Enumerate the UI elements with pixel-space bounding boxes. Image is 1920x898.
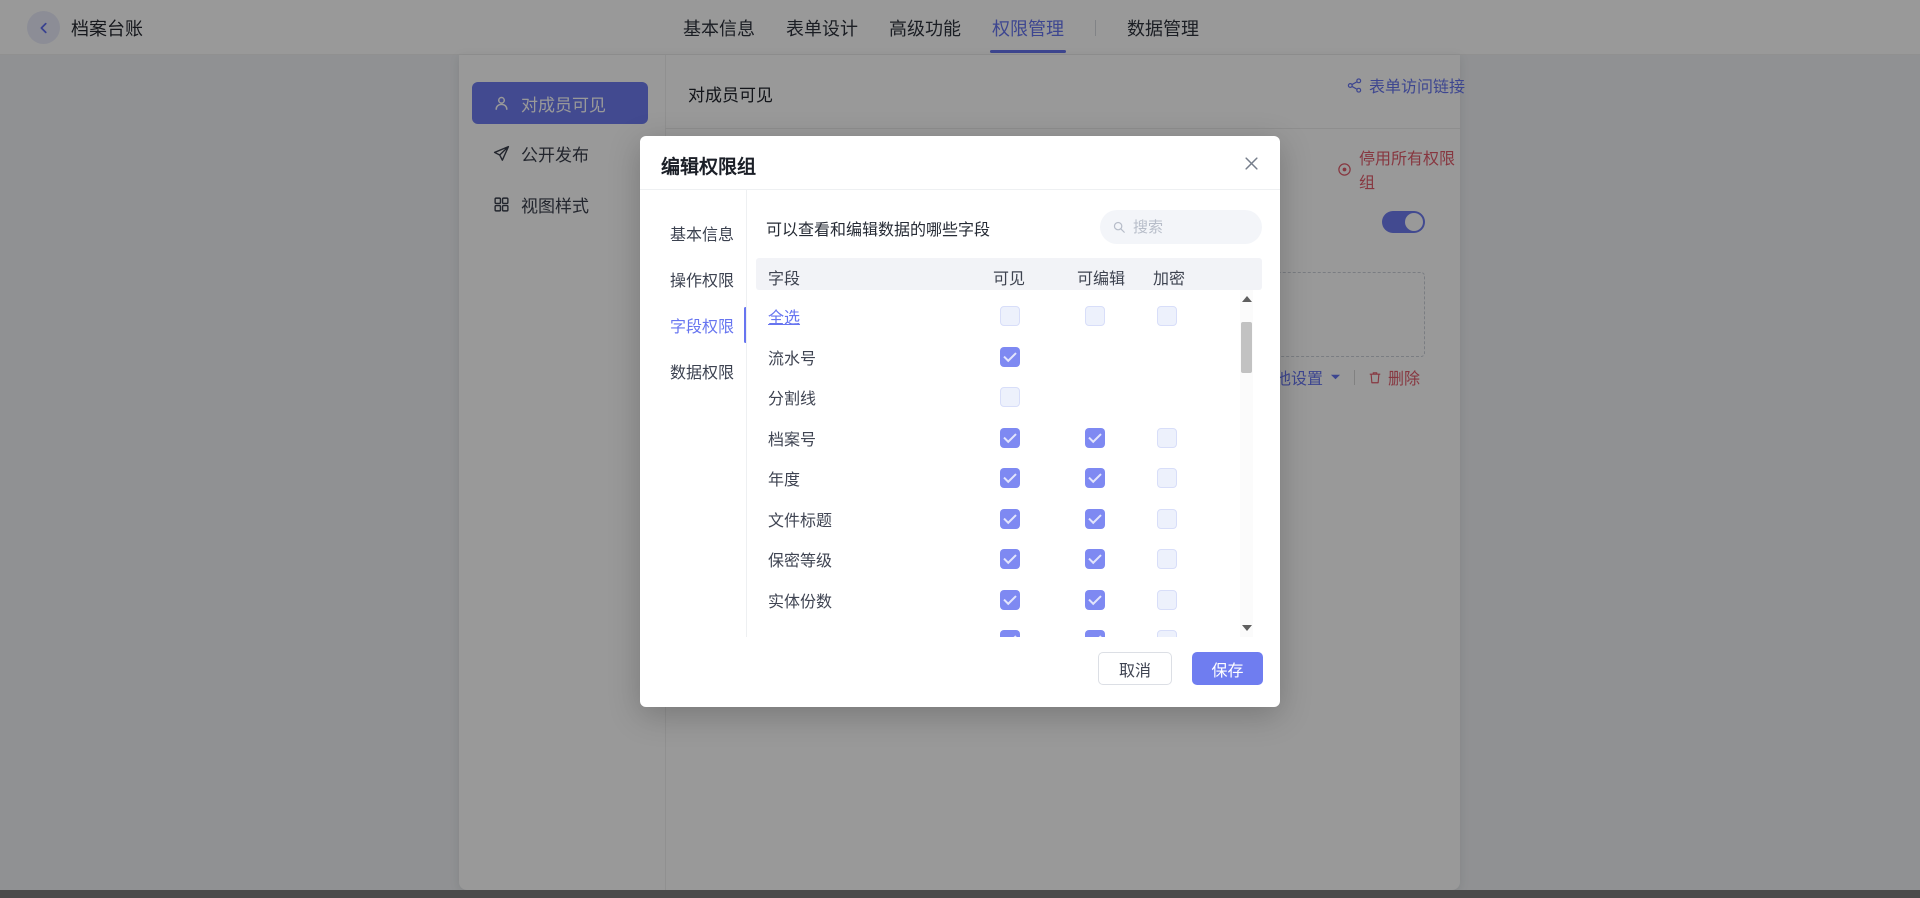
field-table-scroll-area: 全选 流水号 分割线 档案号 bbox=[756, 290, 1262, 637]
modal-tab-operation-permission[interactable]: 操作权限 bbox=[640, 256, 746, 302]
checkbox-visible[interactable] bbox=[1000, 428, 1020, 448]
checkbox-visible[interactable] bbox=[1000, 387, 1020, 407]
checkbox-editable[interactable] bbox=[1085, 428, 1105, 448]
table-row: 文件标题 bbox=[756, 499, 1262, 540]
table-row: 分割线 bbox=[756, 377, 1262, 418]
modal-tab-basic-info[interactable]: 基本信息 bbox=[640, 210, 746, 256]
checkbox-encrypted[interactable] bbox=[1157, 549, 1177, 569]
column-editable: 可编辑 bbox=[1077, 265, 1125, 289]
table-row: 档案号 bbox=[756, 418, 1262, 459]
select-all-link[interactable]: 全选 bbox=[768, 304, 800, 328]
table-row-select-all: 全选 bbox=[756, 296, 1262, 337]
modal-tab-label: 数据权限 bbox=[670, 359, 734, 383]
field-label: 分割线 bbox=[768, 385, 816, 409]
modal-tab-list: 基本信息 操作权限 字段权限 数据权限 bbox=[640, 190, 746, 394]
save-button[interactable]: 保存 bbox=[1192, 652, 1263, 685]
search-icon bbox=[1112, 220, 1126, 234]
modal-tab-field-permission[interactable]: 字段权限 bbox=[640, 302, 746, 348]
modal-title: 编辑权限组 bbox=[661, 152, 756, 179]
field-label: 档案号 bbox=[768, 426, 816, 450]
checkbox-editable[interactable] bbox=[1085, 468, 1105, 488]
checkbox-editable[interactable] bbox=[1085, 590, 1105, 610]
checkbox-encrypted[interactable] bbox=[1157, 468, 1177, 488]
checkbox-editable[interactable] bbox=[1085, 509, 1105, 529]
checkbox-visible[interactable] bbox=[1000, 347, 1020, 367]
screen: 档案台账 基本信息 表单设计 高级功能 权限管理 数据管理 对成员可见 公开发布 bbox=[0, 0, 1920, 898]
modal-tab-data-permission[interactable]: 数据权限 bbox=[640, 348, 746, 394]
table-row: 流水号 bbox=[756, 337, 1262, 378]
checkbox-visible[interactable] bbox=[1000, 630, 1020, 637]
checkbox-visible[interactable] bbox=[1000, 306, 1020, 326]
search-box[interactable] bbox=[1100, 210, 1262, 244]
table-scrollbar[interactable] bbox=[1240, 290, 1253, 637]
field-table-header: 字段 可见 可编辑 加密 bbox=[756, 258, 1262, 290]
checkbox-encrypted[interactable] bbox=[1157, 306, 1177, 326]
column-encrypted: 加密 bbox=[1153, 265, 1185, 289]
field-label: 流水号 bbox=[768, 345, 816, 369]
search-input[interactable] bbox=[1133, 219, 1243, 236]
checkbox-editable[interactable] bbox=[1085, 630, 1105, 637]
table-row-partial bbox=[756, 620, 1262, 637]
checkbox-encrypted[interactable] bbox=[1157, 428, 1177, 448]
checkbox-visible[interactable] bbox=[1000, 590, 1020, 610]
field-label: 保密等级 bbox=[768, 547, 832, 571]
checkbox-editable[interactable] bbox=[1085, 306, 1105, 326]
field-label: 文件标题 bbox=[768, 507, 832, 531]
cancel-button[interactable]: 取消 bbox=[1098, 652, 1172, 685]
table-row: 实体份数 bbox=[756, 580, 1262, 621]
column-visible: 可见 bbox=[993, 265, 1025, 289]
scroll-down-arrow-icon[interactable] bbox=[1240, 621, 1253, 635]
table-row: 保密等级 bbox=[756, 539, 1262, 580]
scroll-up-arrow-icon[interactable] bbox=[1240, 292, 1253, 306]
checkbox-visible[interactable] bbox=[1000, 509, 1020, 529]
field-label: 实体份数 bbox=[768, 588, 832, 612]
modal-tab-label: 字段权限 bbox=[670, 313, 734, 337]
modal-tab-label: 基本信息 bbox=[670, 221, 734, 245]
column-field: 字段 bbox=[768, 265, 800, 289]
checkbox-encrypted[interactable] bbox=[1157, 630, 1177, 637]
field-label: 年度 bbox=[768, 466, 800, 490]
edit-permission-group-modal: 编辑权限组 基本信息 操作权限 字段权限 数据权限 可以查看和编辑数据的哪些字段… bbox=[640, 136, 1280, 707]
checkbox-visible[interactable] bbox=[1000, 468, 1020, 488]
checkbox-visible[interactable] bbox=[1000, 549, 1020, 569]
table-row: 年度 bbox=[756, 458, 1262, 499]
checkbox-editable[interactable] bbox=[1085, 549, 1105, 569]
modal-tab-label: 操作权限 bbox=[670, 267, 734, 291]
checkbox-encrypted[interactable] bbox=[1157, 509, 1177, 529]
scrollbar-thumb[interactable] bbox=[1241, 322, 1252, 373]
close-icon[interactable] bbox=[1238, 150, 1264, 176]
modal-tabs-divider bbox=[746, 190, 747, 637]
field-permission-hint: 可以查看和编辑数据的哪些字段 bbox=[766, 216, 990, 240]
checkbox-encrypted[interactable] bbox=[1157, 590, 1177, 610]
modal-header: 编辑权限组 bbox=[640, 136, 1280, 190]
